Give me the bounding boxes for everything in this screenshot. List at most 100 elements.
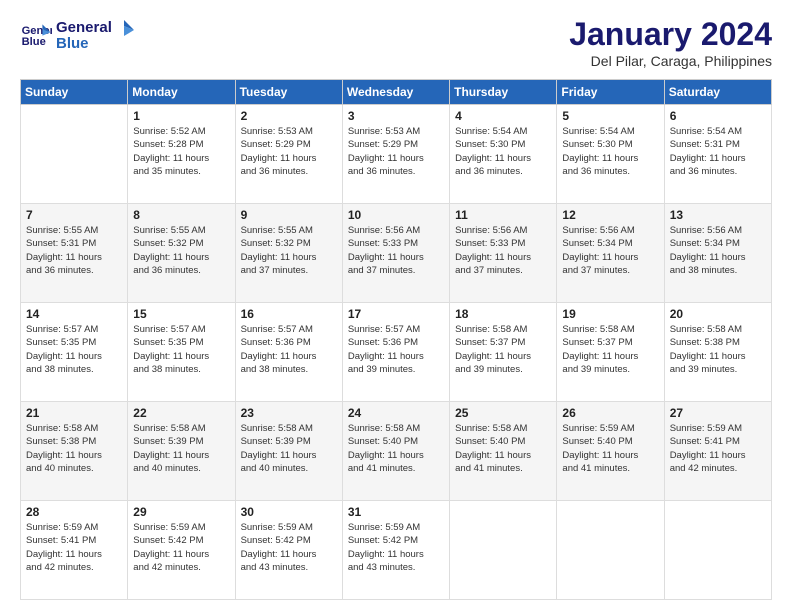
day-number: 17 [348, 307, 444, 321]
day-info: Sunrise: 5:54 AM Sunset: 5:30 PM Dayligh… [562, 125, 658, 178]
day-info: Sunrise: 5:55 AM Sunset: 5:31 PM Dayligh… [26, 224, 122, 277]
day-info: Sunrise: 5:59 AM Sunset: 5:40 PM Dayligh… [562, 422, 658, 475]
day-number: 18 [455, 307, 551, 321]
svg-text:Blue: Blue [56, 35, 89, 52]
svg-text:General: General [56, 19, 112, 36]
day-info: Sunrise: 5:59 AM Sunset: 5:42 PM Dayligh… [133, 521, 229, 574]
day-number: 5 [562, 109, 658, 123]
calendar-cell: 3 Sunrise: 5:53 AM Sunset: 5:29 PM Daylig… [342, 105, 449, 204]
day-number: 6 [670, 109, 766, 123]
calendar-cell: 23 Sunrise: 5:58 AM Sunset: 5:39 PM Dayli… [235, 402, 342, 501]
calendar-cell: 8 Sunrise: 5:55 AM Sunset: 5:32 PM Daylig… [128, 204, 235, 303]
weekday-header-thursday: Thursday [450, 80, 557, 105]
calendar-cell: 9 Sunrise: 5:55 AM Sunset: 5:32 PM Daylig… [235, 204, 342, 303]
day-number: 15 [133, 307, 229, 321]
calendar-cell: 6 Sunrise: 5:54 AM Sunset: 5:31 PM Daylig… [664, 105, 771, 204]
day-info: Sunrise: 5:59 AM Sunset: 5:42 PM Dayligh… [241, 521, 337, 574]
calendar-cell: 25 Sunrise: 5:58 AM Sunset: 5:40 PM Dayli… [450, 402, 557, 501]
day-info: Sunrise: 5:56 AM Sunset: 5:33 PM Dayligh… [455, 224, 551, 277]
day-number: 12 [562, 208, 658, 222]
calendar-cell: 17 Sunrise: 5:57 AM Sunset: 5:36 PM Dayli… [342, 303, 449, 402]
calendar-cell [21, 105, 128, 204]
calendar-cell: 4 Sunrise: 5:54 AM Sunset: 5:30 PM Daylig… [450, 105, 557, 204]
day-number: 1 [133, 109, 229, 123]
calendar-cell: 13 Sunrise: 5:56 AM Sunset: 5:34 PM Dayli… [664, 204, 771, 303]
calendar-cell: 12Sunrise: 5:56 AM Sunset: 5:34 PM Dayli… [557, 204, 664, 303]
calendar-cell: 22Sunrise: 5:58 AM Sunset: 5:39 PM Dayli… [128, 402, 235, 501]
weekday-row: SundayMondayTuesdayWednesdayThursdayFrid… [21, 80, 772, 105]
weekday-header-friday: Friday [557, 80, 664, 105]
calendar-cell: 28Sunrise: 5:59 AM Sunset: 5:41 PM Dayli… [21, 501, 128, 600]
day-number: 13 [670, 208, 766, 222]
day-number: 31 [348, 505, 444, 519]
day-number: 4 [455, 109, 551, 123]
day-info: Sunrise: 5:52 AM Sunset: 5:28 PM Dayligh… [133, 125, 229, 178]
calendar-cell: 18Sunrise: 5:58 AM Sunset: 5:37 PM Dayli… [450, 303, 557, 402]
day-info: Sunrise: 5:59 AM Sunset: 5:41 PM Dayligh… [670, 422, 766, 475]
day-info: Sunrise: 5:55 AM Sunset: 5:32 PM Dayligh… [133, 224, 229, 277]
subtitle: Del Pilar, Caraga, Philippines [569, 53, 772, 69]
calendar-cell: 30 Sunrise: 5:59 AM Sunset: 5:42 PM Dayli… [235, 501, 342, 600]
weekday-header-monday: Monday [128, 80, 235, 105]
calendar-cell: 2Sunrise: 5:53 AM Sunset: 5:29 PM Daylig… [235, 105, 342, 204]
day-info: Sunrise: 5:53 AM Sunset: 5:29 PM Dayligh… [348, 125, 444, 178]
day-info: Sunrise: 5:56 AM Sunset: 5:34 PM Dayligh… [670, 224, 766, 277]
day-number: 26 [562, 406, 658, 420]
weekday-header-saturday: Saturday [664, 80, 771, 105]
day-number: 24 [348, 406, 444, 420]
calendar-cell: 1 Sunrise: 5:52 AM Sunset: 5:28 PM Daylig… [128, 105, 235, 204]
day-info: Sunrise: 5:57 AM Sunset: 5:36 PM Dayligh… [348, 323, 444, 376]
day-number: 3 [348, 109, 444, 123]
day-number: 7 [26, 208, 122, 222]
day-number: 30 [241, 505, 337, 519]
calendar-cell: 31 Sunrise: 5:59 AM Sunset: 5:42 PM Dayli… [342, 501, 449, 600]
main-title: January 2024 [569, 16, 772, 53]
day-info: Sunrise: 5:58 AM Sunset: 5:37 PM Dayligh… [562, 323, 658, 376]
header: General Blue General Blue January 2024 D… [20, 16, 772, 69]
weekday-header-wednesday: Wednesday [342, 80, 449, 105]
calendar-cell: 21Sunrise: 5:58 AM Sunset: 5:38 PM Dayli… [21, 402, 128, 501]
day-info: Sunrise: 5:58 AM Sunset: 5:38 PM Dayligh… [670, 323, 766, 376]
day-info: Sunrise: 5:59 AM Sunset: 5:41 PM Dayligh… [26, 521, 122, 574]
day-number: 8 [133, 208, 229, 222]
day-info: Sunrise: 5:57 AM Sunset: 5:35 PM Dayligh… [133, 323, 229, 376]
calendar-cell: 24Sunrise: 5:58 AM Sunset: 5:40 PM Dayli… [342, 402, 449, 501]
day-info: Sunrise: 5:57 AM Sunset: 5:36 PM Dayligh… [241, 323, 337, 376]
title-area: January 2024 Del Pilar, Caraga, Philippi… [569, 16, 772, 69]
calendar-week-2: 7 Sunrise: 5:55 AM Sunset: 5:31 PM Daylig… [21, 204, 772, 303]
day-number: 9 [241, 208, 337, 222]
calendar-header: SundayMondayTuesdayWednesdayThursdayFrid… [21, 80, 772, 105]
day-number: 11 [455, 208, 551, 222]
calendar-cell: 5 Sunrise: 5:54 AM Sunset: 5:30 PM Daylig… [557, 105, 664, 204]
calendar-cell: 15 Sunrise: 5:57 AM Sunset: 5:35 PM Dayli… [128, 303, 235, 402]
day-info: Sunrise: 5:55 AM Sunset: 5:32 PM Dayligh… [241, 224, 337, 277]
calendar-week-3: 14Sunrise: 5:57 AM Sunset: 5:35 PM Dayli… [21, 303, 772, 402]
day-info: Sunrise: 5:56 AM Sunset: 5:33 PM Dayligh… [348, 224, 444, 277]
calendar-cell: 20 Sunrise: 5:58 AM Sunset: 5:38 PM Dayli… [664, 303, 771, 402]
calendar-cell: 7 Sunrise: 5:55 AM Sunset: 5:31 PM Daylig… [21, 204, 128, 303]
calendar-cell [557, 501, 664, 600]
calendar-week-4: 21Sunrise: 5:58 AM Sunset: 5:38 PM Dayli… [21, 402, 772, 501]
weekday-header-tuesday: Tuesday [235, 80, 342, 105]
day-number: 29 [133, 505, 229, 519]
day-number: 27 [670, 406, 766, 420]
day-number: 25 [455, 406, 551, 420]
day-info: Sunrise: 5:58 AM Sunset: 5:38 PM Dayligh… [26, 422, 122, 475]
day-number: 16 [241, 307, 337, 321]
day-info: Sunrise: 5:54 AM Sunset: 5:30 PM Dayligh… [455, 125, 551, 178]
day-info: Sunrise: 5:58 AM Sunset: 5:39 PM Dayligh… [241, 422, 337, 475]
day-info: Sunrise: 5:53 AM Sunset: 5:29 PM Dayligh… [241, 125, 337, 178]
calendar-cell: 16 Sunrise: 5:57 AM Sunset: 5:36 PM Dayli… [235, 303, 342, 402]
logo: General Blue General Blue [20, 16, 136, 52]
day-number: 19 [562, 307, 658, 321]
calendar-body: 1 Sunrise: 5:52 AM Sunset: 5:28 PM Daylig… [21, 105, 772, 600]
weekday-header-sunday: Sunday [21, 80, 128, 105]
calendar-week-1: 1 Sunrise: 5:52 AM Sunset: 5:28 PM Daylig… [21, 105, 772, 204]
day-number: 20 [670, 307, 766, 321]
day-number: 23 [241, 406, 337, 420]
day-info: Sunrise: 5:58 AM Sunset: 5:40 PM Dayligh… [455, 422, 551, 475]
calendar-cell: 19 Sunrise: 5:58 AM Sunset: 5:37 PM Dayli… [557, 303, 664, 402]
day-info: Sunrise: 5:59 AM Sunset: 5:42 PM Dayligh… [348, 521, 444, 574]
logo-icon: General Blue [20, 18, 52, 50]
day-info: Sunrise: 5:54 AM Sunset: 5:31 PM Dayligh… [670, 125, 766, 178]
